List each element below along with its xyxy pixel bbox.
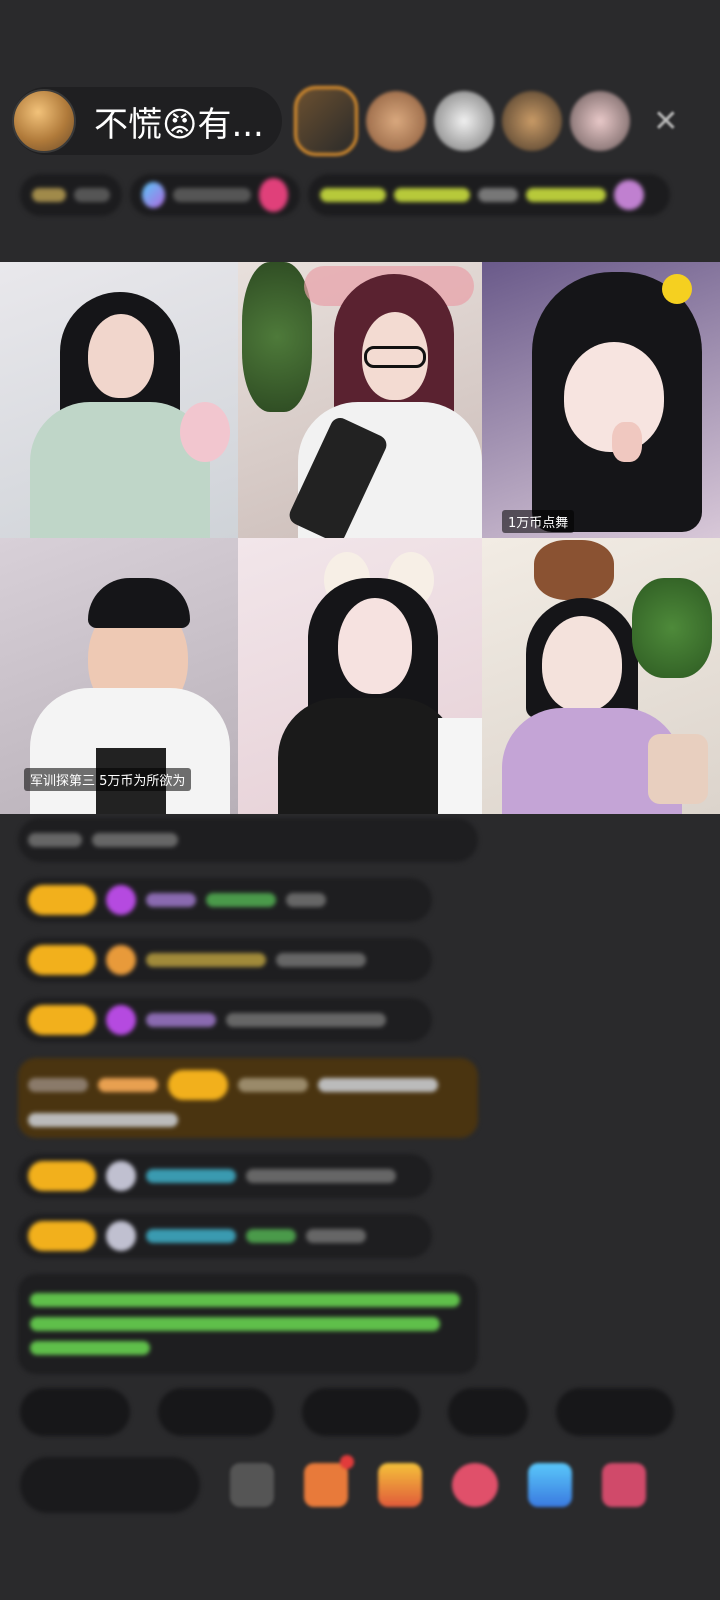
viewer-avatar[interactable] — [365, 91, 426, 151]
guest-video-tile[interactable] — [482, 538, 720, 814]
chat-input[interactable] — [20, 1457, 200, 1513]
chat-message[interactable] — [18, 938, 432, 982]
viewer-avatar[interactable] — [569, 91, 630, 151]
activity-icon[interactable] — [452, 1463, 498, 1507]
info-chip[interactable] — [308, 174, 670, 216]
more-icon[interactable] — [602, 1463, 646, 1507]
chat-message-highlight[interactable] — [18, 1058, 478, 1138]
info-chip[interactable] — [20, 174, 122, 216]
quick-reply-chips — [20, 1388, 720, 1438]
host-info-pill[interactable]: 不慌😡有... — [12, 87, 282, 155]
tile-caption: 1万币点舞 — [502, 510, 575, 533]
viewer-avatar[interactable] — [293, 86, 358, 156]
info-row — [20, 172, 700, 218]
chat-message[interactable] — [18, 998, 432, 1042]
tile-caption: 军训探第三 5万币为所欲为 — [24, 768, 192, 791]
multi-guest-video-grid: 1万币点舞 军训探第三 5万币为所欲为 — [0, 262, 720, 814]
viewer-avatar[interactable] — [501, 91, 562, 151]
close-icon[interactable]: ✕ — [648, 103, 684, 139]
chat-message[interactable] — [18, 1214, 432, 1258]
quick-reply-chip[interactable] — [158, 1388, 274, 1436]
quick-reply-chip[interactable] — [556, 1388, 674, 1436]
top-viewers — [293, 86, 630, 156]
guest-video-tile[interactable] — [0, 262, 238, 538]
quick-reply-chip[interactable] — [448, 1388, 528, 1436]
guest-video-tile[interactable] — [238, 262, 482, 538]
guest-video-tile[interactable] — [238, 538, 482, 814]
gift-icon[interactable] — [378, 1463, 422, 1507]
guest-video-tile[interactable]: 军训探第三 5万币为所欲为 — [0, 538, 238, 814]
quick-reply-chip[interactable] — [20, 1388, 130, 1436]
chat-message-list — [18, 818, 488, 1390]
viewer-avatar[interactable] — [433, 91, 494, 151]
host-name: 不慌😡有... — [94, 104, 264, 145]
host-avatar[interactable] — [12, 89, 76, 153]
quick-reply-chip[interactable] — [302, 1388, 420, 1436]
chat-message[interactable] — [18, 818, 478, 862]
shop-icon[interactable] — [304, 1455, 354, 1507]
system-notice — [18, 1274, 478, 1374]
live-header: 不慌😡有... ✕ — [12, 86, 708, 156]
info-chip[interactable] — [130, 174, 300, 216]
chat-message[interactable] — [18, 878, 432, 922]
share-icon[interactable] — [528, 1463, 572, 1507]
bottom-toolbar — [20, 1454, 720, 1516]
chat-message[interactable] — [18, 1154, 432, 1198]
guest-video-tile[interactable]: 1万币点舞 — [482, 262, 720, 538]
emoji-icon[interactable] — [230, 1463, 274, 1507]
